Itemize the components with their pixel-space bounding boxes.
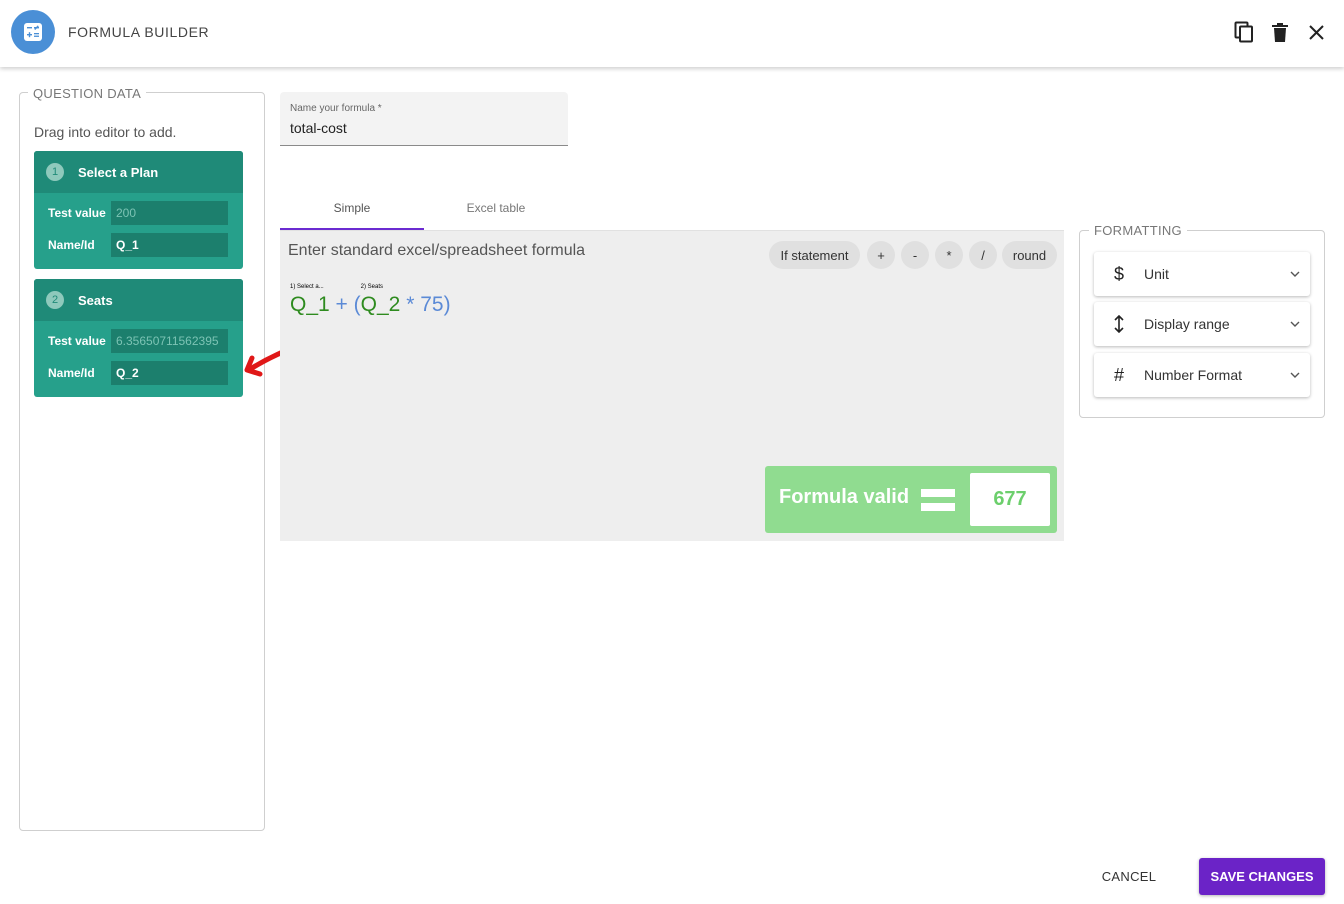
- formatting-legend: FORMATTING: [1089, 223, 1187, 238]
- trash-icon: [1272, 22, 1288, 42]
- token-ref: Q_1: [290, 293, 330, 316]
- question-card-header[interactable]: 1 Select a Plan: [34, 151, 243, 193]
- question-card-select-a-plan[interactable]: 1 Select a Plan Test value 200 Name/Id Q…: [34, 151, 243, 269]
- token-tooltip: 1) Select a...: [290, 284, 324, 290]
- formula-token-q2[interactable]: 2) Seats Q_2: [360, 284, 401, 317]
- multiply-chip[interactable]: *: [935, 241, 963, 269]
- equals-icon-bar: [921, 503, 955, 511]
- hash-icon: #: [1113, 364, 1124, 385]
- cancel-button[interactable]: CANCEL: [1093, 858, 1165, 894]
- calculator-icon: [11, 10, 55, 54]
- chevron-down-icon: [1280, 271, 1310, 277]
- drag-hint: Drag into editor to add.: [34, 124, 177, 140]
- formula-result-box: Formula valid 677: [765, 466, 1057, 533]
- test-value-row: Test value 200: [34, 197, 243, 229]
- number-format-label: Number Format: [1144, 367, 1243, 383]
- divide-chip[interactable]: /: [969, 241, 997, 269]
- test-value-label: Test value: [48, 334, 106, 348]
- formula-result-value: 677: [970, 473, 1050, 526]
- question-data-legend: QUESTION DATA: [28, 86, 147, 101]
- name-id-label: Name/Id: [48, 238, 95, 252]
- name-id-field[interactable]: Q_1: [111, 233, 228, 257]
- question-title: Seats: [78, 292, 113, 308]
- name-id-field[interactable]: Q_2: [111, 361, 228, 385]
- token-tooltip: 2) Seats: [360, 284, 384, 290]
- question-card-seats[interactable]: 2 Seats Test value 6.35650711562395 Name…: [34, 279, 243, 397]
- copy-icon: [1234, 21, 1253, 43]
- tab-excel-table[interactable]: Excel table: [424, 192, 568, 230]
- round-chip[interactable]: round: [1002, 241, 1057, 269]
- equals-icon: [921, 489, 955, 497]
- editor-hint: Enter standard excel/spreadsheet formula: [288, 242, 586, 259]
- token-ref: Q_2: [360, 293, 401, 316]
- formula-name-field[interactable]: Name your formula * total-cost: [280, 92, 568, 146]
- formula-operator: +: [335, 293, 348, 316]
- chevron-down-icon: [1280, 321, 1310, 327]
- if-statement-chip[interactable]: If statement: [769, 241, 860, 269]
- active-tab-indicator: [280, 228, 424, 230]
- chevron-down-icon: [1280, 372, 1310, 378]
- formula-token-q1[interactable]: 1) Select a... Q_1: [290, 284, 330, 317]
- test-value-label: Test value: [48, 206, 106, 220]
- name-id-label: Name/Id: [48, 366, 95, 380]
- tab-simple[interactable]: Simple: [280, 192, 424, 230]
- formula-expression[interactable]: 1) Select a... Q_1 + ( 2) Seats Q_2 * 75…: [290, 284, 451, 317]
- number-format-dropdown[interactable]: # Number Format: [1094, 353, 1310, 397]
- formula-editor[interactable]: Enter standard excel/spreadsheet formula…: [280, 231, 1064, 541]
- close-button[interactable]: [1304, 20, 1328, 44]
- dollar-icon: $: [1113, 263, 1124, 284]
- test-value-field[interactable]: 200: [111, 201, 228, 225]
- delete-button[interactable]: [1268, 20, 1292, 44]
- plus-chip[interactable]: +: [867, 241, 895, 269]
- name-id-row: Name/Id Q_2: [34, 357, 243, 389]
- dialog-title: FORMULA BUILDER: [68, 24, 210, 40]
- vertical-arrows-icon: [1094, 315, 1144, 333]
- unit-label: Unit: [1144, 266, 1169, 282]
- display-range-label: Display range: [1144, 316, 1230, 332]
- test-value-field[interactable]: 6.35650711562395: [111, 329, 228, 353]
- question-card-header[interactable]: 2 Seats: [34, 279, 243, 321]
- question-title: Select a Plan: [78, 164, 159, 180]
- save-changes-button[interactable]: SAVE CHANGES: [1199, 858, 1325, 895]
- unit-dropdown[interactable]: $ Unit: [1094, 252, 1310, 296]
- test-value-row: Test value 6.35650711562395: [34, 325, 243, 357]
- name-id-row: Name/Id Q_1: [34, 229, 243, 261]
- formula-paren: (: [353, 293, 361, 316]
- copy-button[interactable]: [1232, 20, 1256, 44]
- question-number: 2: [46, 291, 64, 309]
- question-number: 1: [46, 163, 64, 181]
- top-bar: FORMULA BUILDER: [0, 0, 1344, 67]
- display-range-dropdown[interactable]: Display range: [1094, 302, 1310, 346]
- formula-status: Formula valid: [779, 486, 910, 508]
- minus-chip[interactable]: -: [901, 241, 929, 269]
- formula-remainder: * 75): [406, 293, 451, 316]
- formula-name-value[interactable]: total-cost: [290, 120, 347, 136]
- formula-name-label: Name your formula *: [290, 103, 382, 114]
- close-icon: [1308, 24, 1324, 40]
